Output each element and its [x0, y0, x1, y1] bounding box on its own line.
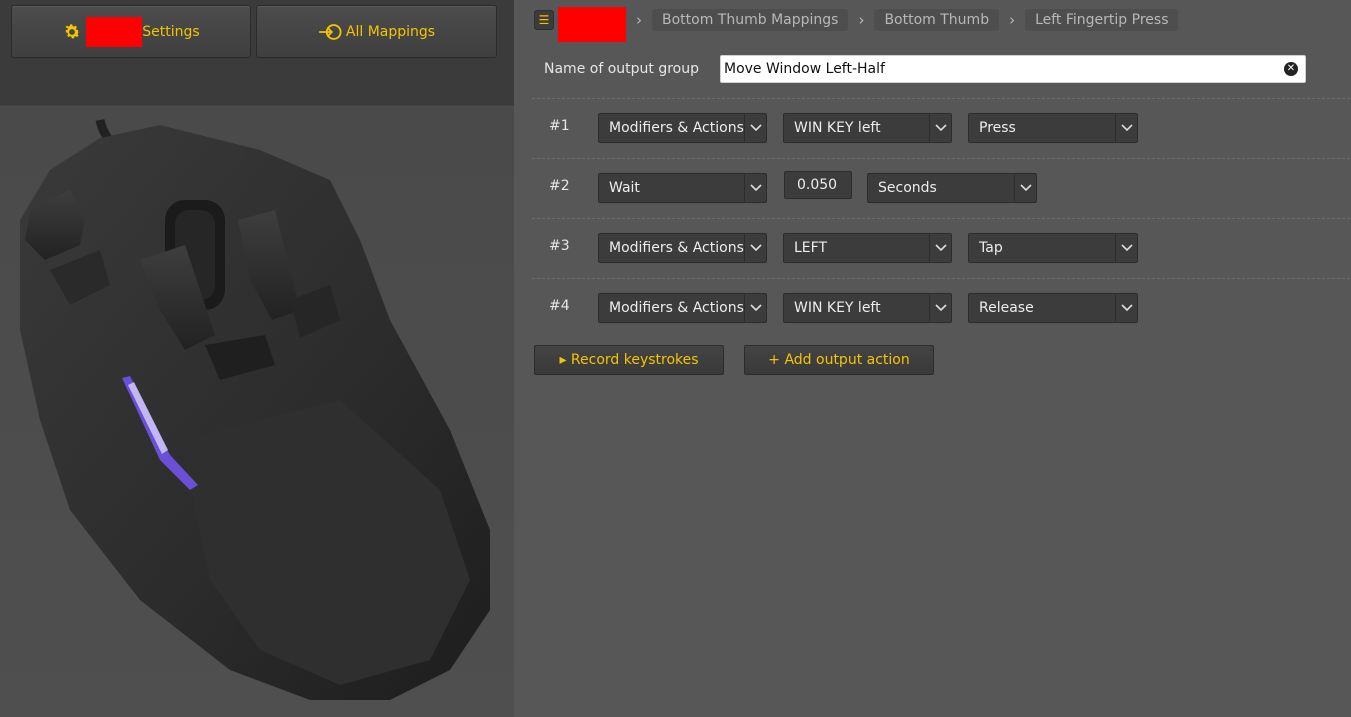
action-row-1: #1 Modifiers & Actions WIN KEY left Pres… — [514, 113, 1351, 143]
key-dropdown[interactable]: WIN KEY left — [783, 113, 952, 143]
chevron-down-icon — [744, 234, 766, 262]
right-pane: ☰ › Bottom Thumb Mappings › Bottom Thumb… — [514, 0, 1351, 717]
key-dropdown[interactable]: WIN KEY left — [783, 293, 952, 323]
chevron-down-icon — [1115, 294, 1137, 322]
row-number: #3 — [549, 238, 570, 254]
gear-icon — [62, 22, 82, 42]
dropdown-value: Wait — [609, 180, 640, 196]
chevron-down-icon — [744, 174, 766, 202]
dropdown-value: WIN KEY left — [794, 300, 881, 316]
action-row-3: #3 Modifiers & Actions LEFT Tap — [514, 233, 1351, 263]
dropdown-value: Tap — [979, 240, 1003, 256]
action-type-dropdown[interactable]: Modifiers & Actions — [598, 113, 767, 143]
output-group-label: Name of output group — [544, 61, 699, 77]
dropdown-value: LEFT — [794, 240, 828, 256]
chevron-right-icon: › — [1009, 10, 1016, 29]
divider — [532, 218, 1350, 219]
dropdown-value: Press — [979, 120, 1016, 136]
dropdown-value: WIN KEY left — [794, 120, 881, 136]
settings-button[interactable]: Settings — [11, 5, 251, 58]
add-output-action-button[interactable]: + Add output action — [744, 345, 934, 375]
chevron-down-icon — [929, 114, 951, 142]
mode-dropdown[interactable]: Release — [968, 293, 1138, 323]
output-group-row: Name of output group Move Window Left-Ha… — [544, 55, 1306, 83]
divider — [532, 278, 1350, 279]
chevron-down-icon — [929, 294, 951, 322]
output-group-name-value: Move Window Left-Half — [724, 61, 885, 77]
chevron-down-icon — [929, 234, 951, 262]
mode-dropdown[interactable]: Tap — [968, 233, 1138, 263]
dropdown-value: Modifiers & Actions — [609, 240, 744, 256]
chevron-down-icon — [744, 294, 766, 322]
divider — [532, 158, 1350, 159]
chevron-down-icon — [1115, 114, 1137, 142]
dropdown-value: Modifiers & Actions — [609, 120, 744, 136]
action-type-dropdown[interactable]: Wait — [598, 173, 767, 203]
settings-label: Settings — [142, 23, 200, 40]
mouse-image — [20, 118, 490, 700]
action-row-4: #4 Modifiers & Actions WIN KEY left Rele… — [514, 293, 1351, 323]
unit-dropdown[interactable]: Seconds — [867, 173, 1037, 203]
row-number: #4 — [549, 298, 570, 314]
redacted-breadcrumb — [558, 7, 626, 42]
dropdown-value: Seconds — [878, 180, 937, 196]
chevron-right-icon: › — [858, 10, 865, 29]
action-type-dropdown[interactable]: Modifiers & Actions — [598, 233, 767, 263]
left-pane: Settings All Mappings — [0, 0, 514, 717]
hamburger-icon: ☰ — [538, 12, 550, 27]
dropdown-value: Modifiers & Actions — [609, 300, 744, 316]
chevron-right-icon: › — [636, 10, 642, 29]
redacted-name — [86, 16, 143, 47]
row-number: #1 — [549, 118, 570, 134]
row-number: #2 — [549, 178, 570, 194]
key-dropdown[interactable]: LEFT — [783, 233, 952, 263]
action-row-2: #2 Wait 0.050 Seconds — [514, 171, 1351, 203]
sign-in-icon — [318, 22, 342, 42]
breadcrumb: ☰ › Bottom Thumb Mappings › Bottom Thumb… — [534, 7, 1179, 42]
breadcrumb-item-bottom-thumb-mappings[interactable]: Bottom Thumb Mappings — [652, 8, 849, 31]
breadcrumb-item-left-fingertip-press[interactable]: Left Fingertip Press — [1025, 8, 1179, 31]
breadcrumb-item-bottom-thumb[interactable]: Bottom Thumb — [874, 8, 1000, 31]
all-mappings-label: All Mappings — [345, 23, 436, 40]
chevron-down-icon — [1014, 174, 1036, 202]
divider — [532, 98, 1350, 99]
clear-icon[interactable]: ✕ — [1284, 62, 1298, 76]
menu-button[interactable]: ☰ — [534, 9, 554, 30]
all-mappings-button[interactable]: All Mappings — [256, 5, 497, 58]
chevron-down-icon — [1115, 234, 1137, 262]
output-group-name-input[interactable]: Move Window Left-Half ✕ — [720, 55, 1306, 83]
wait-amount-input[interactable]: 0.050 — [784, 171, 852, 199]
action-type-dropdown[interactable]: Modifiers & Actions — [598, 293, 767, 323]
record-keystrokes-button[interactable]: ▸ Record keystrokes — [534, 345, 724, 375]
mode-dropdown[interactable]: Press — [968, 113, 1138, 143]
chevron-down-icon — [744, 114, 766, 142]
dropdown-value: Release — [979, 300, 1034, 316]
